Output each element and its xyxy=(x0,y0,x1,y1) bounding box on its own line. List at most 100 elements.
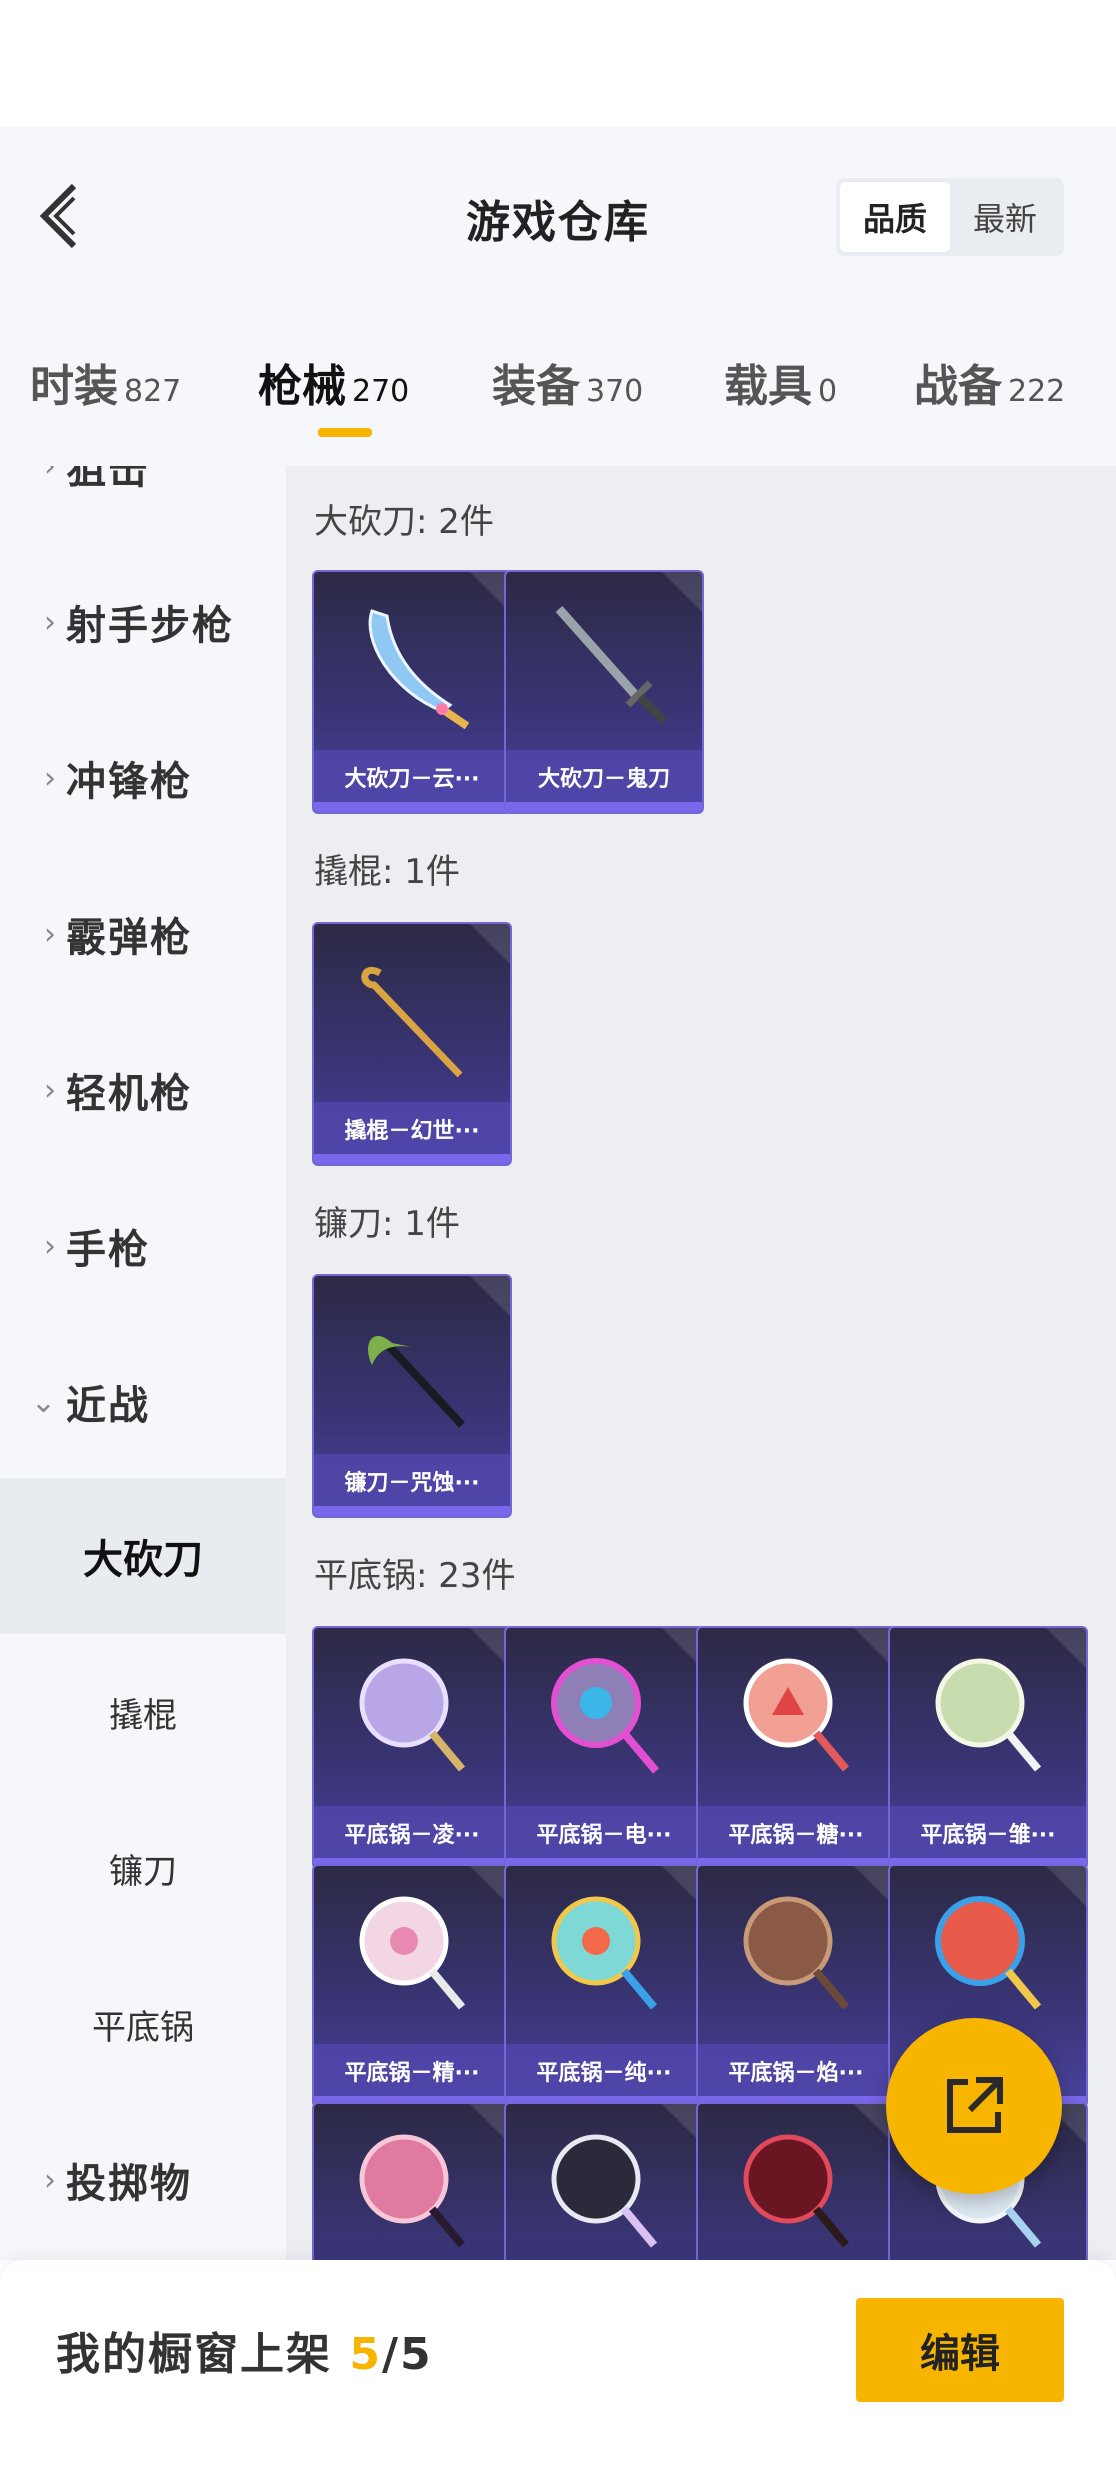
tab-equipment[interactable]: 装备 370 xyxy=(492,350,643,414)
sidebar-item-partial[interactable]: › 狙击 xyxy=(0,466,286,544)
sidebar-item-smg[interactable]: › 冲锋枪 xyxy=(0,700,286,856)
sidebar-item-pistol[interactable]: › 手枪 xyxy=(0,1168,286,1324)
rarity-bar xyxy=(506,802,702,812)
item-name: 平底锅－雏··· xyxy=(890,1806,1086,1860)
sidebar-sub-crowbar[interactable]: 撬棍 xyxy=(0,1634,286,1790)
section-title-machete: 大砍刀: 2件 xyxy=(314,502,494,542)
item-name: 平底锅－电··· xyxy=(506,1806,702,1860)
sidebar-item-label: 冲锋枪 xyxy=(66,759,192,805)
item-card[interactable]: 撬棍－幻世··· xyxy=(312,922,512,1166)
pan-icon xyxy=(506,1628,702,1806)
sidebar-item-label: 轻机枪 xyxy=(66,1071,192,1117)
item-card[interactable]: 平底锅－糖··· xyxy=(696,1626,896,1870)
pan-icon xyxy=(506,2104,702,2260)
sidebar-item-shotgun[interactable]: › 霰弹枪 xyxy=(0,856,286,1012)
item-card[interactable]: 平底锅－凌··· xyxy=(312,1626,512,1870)
item-card[interactable]: 平底锅－雏··· xyxy=(888,1626,1088,1870)
sidebar-item-label: 霰弹枪 xyxy=(66,915,192,961)
sidebar-item-label: 投掷物 xyxy=(66,2161,192,2207)
item-name: 平底锅－纯··· xyxy=(506,2044,702,2098)
tab-count: 0 xyxy=(818,374,838,409)
item-card[interactable]: 镰刀－咒蚀··· xyxy=(312,1274,512,1518)
item-name: 撬棍－幻世··· xyxy=(314,1102,510,1156)
item-name: 平底锅－精··· xyxy=(314,2044,510,2098)
item-name: 大砍刀－云··· xyxy=(314,750,510,804)
item-card[interactable]: 大砍刀－云··· xyxy=(312,570,512,814)
sidebar-item-label: 射手步枪 xyxy=(66,603,234,649)
pan-icon xyxy=(698,1866,894,2044)
section-title-pan: 平底锅: 23件 xyxy=(314,1556,516,1596)
pan-icon xyxy=(314,2104,510,2260)
tab-label: 战备 xyxy=(914,361,1002,412)
scythe-icon xyxy=(314,1276,510,1454)
sidebar-item-label: 近战 xyxy=(66,1383,150,1429)
item-card[interactable] xyxy=(696,2102,896,2260)
section-title-scythe: 镰刀: 1件 xyxy=(314,1204,460,1244)
sidebar-sub-pan[interactable]: 平底锅 xyxy=(0,1946,286,2102)
tab-vehicles[interactable]: 载具 0 xyxy=(724,350,837,414)
item-card[interactable] xyxy=(312,2102,512,2260)
item-card[interactable] xyxy=(504,2102,704,2260)
category-tabs: 时装 827 枪械 270 装备 370 载具 0 战备 222 xyxy=(0,340,1116,450)
sidebar-item-marksman[interactable]: › 射手步枪 xyxy=(0,544,286,700)
chevron-right-icon: › xyxy=(44,1228,56,1264)
sort-quality-button[interactable]: 品质 xyxy=(840,182,950,252)
tab-supplies[interactable]: 战备 222 xyxy=(914,350,1065,414)
item-card[interactable]: 平底锅－纯··· xyxy=(504,1864,704,2108)
pan-icon xyxy=(314,1628,510,1806)
active-tab-indicator xyxy=(318,428,372,437)
chevron-right-icon: › xyxy=(44,1072,56,1108)
item-name: 镰刀－咒蚀··· xyxy=(314,1454,510,1508)
chevron-down-icon: ⌄ xyxy=(30,1384,56,1420)
machete-icon xyxy=(314,572,510,750)
pan-icon xyxy=(890,1866,1086,2044)
tab-label: 枪械 xyxy=(258,361,346,412)
pan-icon xyxy=(698,1628,894,1806)
tab-count: 827 xyxy=(124,374,182,409)
tab-guns[interactable]: 枪械 270 xyxy=(258,350,409,414)
item-grid: 大砍刀: 2件 大砍刀－云··· 大砍刀－鬼刀 撬棍: 1件 撬棍－幻世··· … xyxy=(286,466,1116,2260)
rarity-bar xyxy=(314,802,510,812)
tab-label: 载具 xyxy=(724,361,812,412)
rarity-bar xyxy=(314,1154,510,1164)
sword-icon xyxy=(506,572,702,750)
tab-fashion[interactable]: 时装 827 xyxy=(30,350,181,414)
tab-count: 222 xyxy=(1008,374,1066,409)
item-name: 平底锅－焰··· xyxy=(698,2044,894,2098)
rarity-bar xyxy=(314,1506,510,1516)
tab-label: 时装 xyxy=(30,361,118,412)
showcase-label: 我的橱窗上架 xyxy=(56,2329,350,2380)
sidebar-item-throwables[interactable]: › 投掷物 xyxy=(0,2102,286,2258)
sidebar-item-label: 手枪 xyxy=(66,1227,150,1273)
item-card[interactable]: 大砍刀－鬼刀 xyxy=(504,570,704,814)
item-name: 平底锅－糖··· xyxy=(698,1806,894,1860)
item-name: 大砍刀－鬼刀 xyxy=(506,750,702,804)
showcase-total: /5 xyxy=(381,2329,433,2380)
showcase-current: 5 xyxy=(349,2329,382,2380)
sidebar-sub-scythe[interactable]: 镰刀 xyxy=(0,1790,286,1946)
pan-icon xyxy=(506,1866,702,2044)
tab-count: 370 xyxy=(586,374,644,409)
sidebar: › 狙击 › 射手步枪 › 冲锋枪 › 霰弹枪 › 轻机枪 › 手枪 ⌄ 近战 大砍刀 撬棍 … xyxy=(0,466,286,2260)
chevron-right-icon: › xyxy=(44,916,56,952)
sidebar-item-label: 狙击 xyxy=(66,466,150,493)
sort-newest-button[interactable]: 最新 xyxy=(950,182,1060,252)
pan-icon xyxy=(314,1866,510,2044)
sidebar-sub-machete[interactable]: 大砍刀 xyxy=(0,1478,286,1634)
item-card[interactable]: 平底锅－焰··· xyxy=(696,1864,896,2108)
tab-label: 装备 xyxy=(492,361,580,412)
item-card[interactable]: 平底锅－精··· xyxy=(312,1864,512,2108)
sort-toggle: 品质 最新 xyxy=(836,178,1064,256)
item-card[interactable]: 平底锅－电··· xyxy=(504,1626,704,1870)
section-title-crowbar: 撬棍: 1件 xyxy=(314,852,460,892)
showcase-status: 我的橱窗上架 5/5 xyxy=(56,2318,433,2382)
status-bar xyxy=(0,0,1116,126)
pan-icon xyxy=(890,1628,1086,1806)
chevron-right-icon: › xyxy=(44,2162,56,2198)
sidebar-item-melee[interactable]: ⌄ 近战 xyxy=(0,1324,286,1480)
share-button[interactable] xyxy=(886,2018,1062,2194)
sidebar-item-lmg[interactable]: › 轻机枪 xyxy=(0,1012,286,1168)
edit-button[interactable]: 编辑 xyxy=(856,2298,1064,2402)
pan-icon xyxy=(698,2104,894,2260)
share-icon xyxy=(947,2077,1003,2133)
